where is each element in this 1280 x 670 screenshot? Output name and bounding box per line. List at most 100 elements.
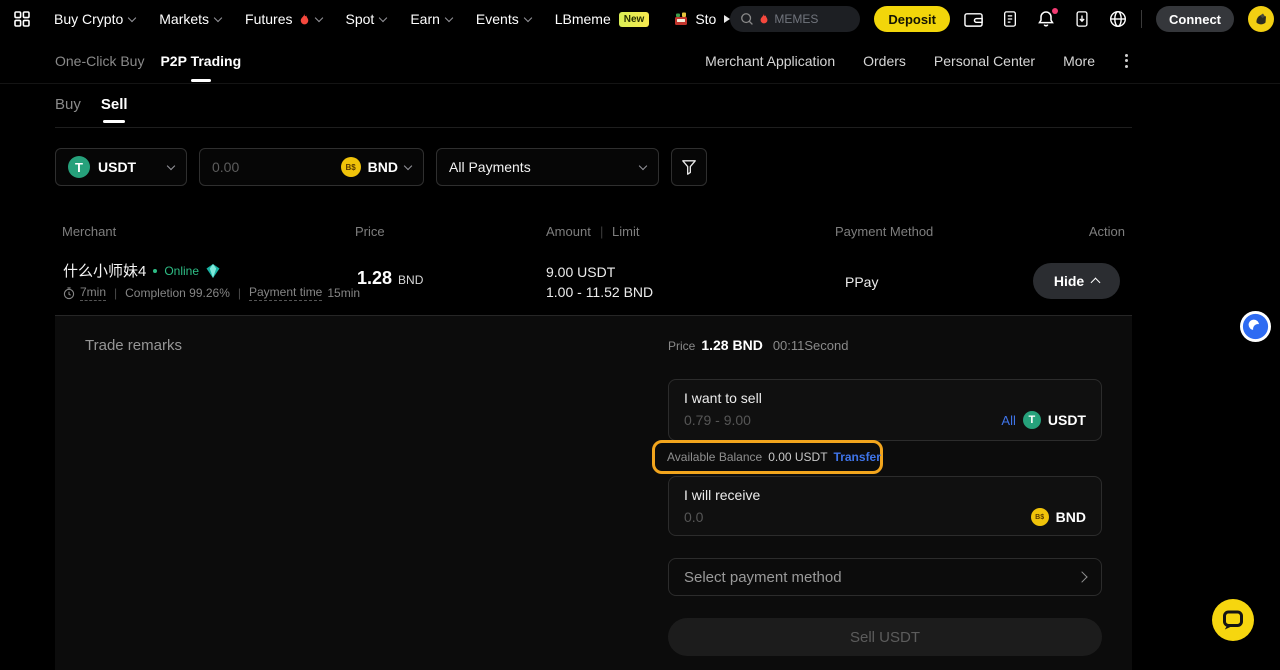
- sell-usdt-button[interactable]: Sell USDT: [668, 618, 1102, 656]
- sell-amount-label: I want to sell: [684, 390, 1086, 406]
- nav-sto[interactable]: Sto: [673, 11, 730, 27]
- tab-one-click-buy[interactable]: One-Click Buy: [55, 53, 144, 69]
- search-input[interactable]: [774, 12, 850, 26]
- bnd-icon: B$: [341, 157, 361, 177]
- live-chat-button[interactable]: [1211, 598, 1255, 647]
- flame-icon: [299, 13, 310, 26]
- link-merchant-application[interactable]: Merchant Application: [705, 53, 835, 69]
- payment-time-label: Payment time: [249, 285, 322, 301]
- funnel-icon: [681, 159, 697, 176]
- notification-dot: [1052, 8, 1058, 14]
- secondary-navigation: One-Click Buy P2P Trading Merchant Appli…: [0, 38, 1280, 84]
- nav-sto-label: Sto: [695, 11, 716, 27]
- quest-widget-icon: [1240, 311, 1271, 342]
- table-header: Merchant Price Amount | Limit Payment Me…: [55, 224, 1132, 240]
- more-menu-icon[interactable]: [1123, 52, 1130, 70]
- search-box[interactable]: [730, 6, 860, 32]
- link-more[interactable]: More: [1063, 53, 1095, 69]
- available-balance-label: Available Balance: [667, 450, 762, 464]
- chevron-down-icon: [379, 13, 387, 21]
- top-nav-right: Deposit: [730, 6, 1274, 32]
- amount-filter: B$ BND: [199, 148, 424, 186]
- language-globe-icon[interactable]: [1109, 10, 1127, 28]
- nav-spot[interactable]: Spot: [346, 11, 387, 27]
- col-price: Price: [355, 224, 385, 239]
- subnav-right: Merchant Application Orders Personal Cen…: [705, 52, 1130, 70]
- receive-amount-input[interactable]: [684, 509, 1031, 525]
- usdt-icon: T: [68, 156, 90, 178]
- payments-select[interactable]: All Payments: [436, 148, 659, 186]
- sell-asset-label: USDT: [1048, 412, 1086, 428]
- notification-bell-icon[interactable]: [1037, 10, 1055, 28]
- nav-spot-label: Spot: [346, 11, 375, 27]
- receive-fiat-label: BND: [1056, 509, 1086, 525]
- nav-markets[interactable]: Markets: [159, 11, 221, 27]
- wallet-icon[interactable]: [964, 10, 983, 28]
- offer-price: 1.28 BND: [357, 268, 423, 289]
- fiat-select[interactable]: B$ BND: [341, 157, 411, 177]
- divider: |: [111, 286, 120, 300]
- slot-machine-icon: [673, 11, 689, 27]
- price-value: 1.28 BND: [701, 337, 762, 353]
- divider: [1141, 10, 1142, 28]
- receive-amount-label: I will receive: [684, 487, 1086, 503]
- app-download-icon[interactable]: [1074, 10, 1090, 28]
- asset-select[interactable]: T USDT: [55, 148, 187, 186]
- nav-futures-label: Futures: [245, 11, 292, 27]
- side-widget-button[interactable]: [1240, 311, 1271, 347]
- merchant-identity: 什么小师妹4 Online: [63, 260, 220, 281]
- transfer-link[interactable]: Transfer: [834, 450, 881, 464]
- tab-sell[interactable]: Sell: [101, 96, 128, 123]
- chevron-down-icon: [167, 161, 175, 169]
- online-dot: [153, 269, 157, 273]
- completion-rate: Completion 99.26%: [125, 286, 230, 300]
- price-value: 1.28: [357, 268, 392, 289]
- col-merchant: Merchant: [62, 224, 116, 239]
- payment-time-value: 15min: [327, 286, 360, 300]
- chevron-up-icon: [1091, 278, 1101, 288]
- chevron-down-icon: [404, 161, 412, 169]
- select-payment-method[interactable]: Select payment method: [668, 558, 1102, 596]
- all-button[interactable]: All: [1001, 413, 1015, 428]
- merchant-name[interactable]: 什么小师妹4: [63, 260, 146, 281]
- subnav-left: One-Click Buy P2P Trading: [55, 53, 241, 69]
- chevron-down-icon: [445, 13, 453, 21]
- col-payment-method: Payment Method: [835, 224, 933, 239]
- divider: |: [600, 224, 603, 239]
- nav-events[interactable]: Events: [476, 11, 531, 27]
- col-amount: Amount: [546, 224, 591, 239]
- chevron-down-icon: [314, 13, 322, 21]
- apps-grid-icon[interactable]: [14, 11, 30, 27]
- chevron-right-icon: [1076, 571, 1087, 582]
- bnd-icon: B$: [1031, 508, 1049, 526]
- link-personal-center[interactable]: Personal Center: [934, 53, 1035, 69]
- nav-futures[interactable]: Futures: [245, 11, 321, 27]
- clock-icon: [63, 287, 75, 300]
- link-orders[interactable]: Orders: [863, 53, 906, 69]
- tab-buy[interactable]: Buy: [55, 96, 81, 123]
- divider: [55, 127, 1132, 128]
- nav-buy-crypto[interactable]: Buy Crypto: [54, 11, 135, 27]
- price-unit: BND: [398, 273, 423, 287]
- nav-earn[interactable]: Earn: [410, 11, 452, 27]
- online-status: Online: [164, 264, 199, 278]
- deposit-button[interactable]: Deposit: [874, 6, 950, 32]
- document-icon[interactable]: [1002, 10, 1018, 28]
- amount-input[interactable]: [212, 159, 302, 175]
- filter-row: T USDT B$ BND All Payments: [55, 148, 707, 186]
- nav-earn-label: Earn: [410, 11, 440, 27]
- price-label: Price: [668, 339, 695, 353]
- top-nav-left: Buy Crypto Markets Futures Spot Earn: [14, 11, 730, 27]
- tab-p2p-trading[interactable]: P2P Trading: [160, 53, 241, 69]
- connect-wallet-button[interactable]: Connect: [1156, 6, 1234, 32]
- filter-button[interactable]: [671, 148, 707, 186]
- user-avatar[interactable]: [1248, 6, 1274, 32]
- payments-select-value: All Payments: [449, 159, 531, 175]
- nav-lbmeme[interactable]: LBmeme New: [555, 11, 650, 27]
- hide-button[interactable]: Hide: [1033, 263, 1120, 299]
- side-tabs: Buy Sell: [55, 96, 128, 123]
- available-balance-value: 0.00 USDT: [768, 450, 827, 464]
- fiat-select-value: BND: [368, 159, 398, 175]
- sell-amount-input[interactable]: [684, 412, 1001, 428]
- price-timer-bar: Price 1.28 BND 00:11Second: [668, 337, 848, 353]
